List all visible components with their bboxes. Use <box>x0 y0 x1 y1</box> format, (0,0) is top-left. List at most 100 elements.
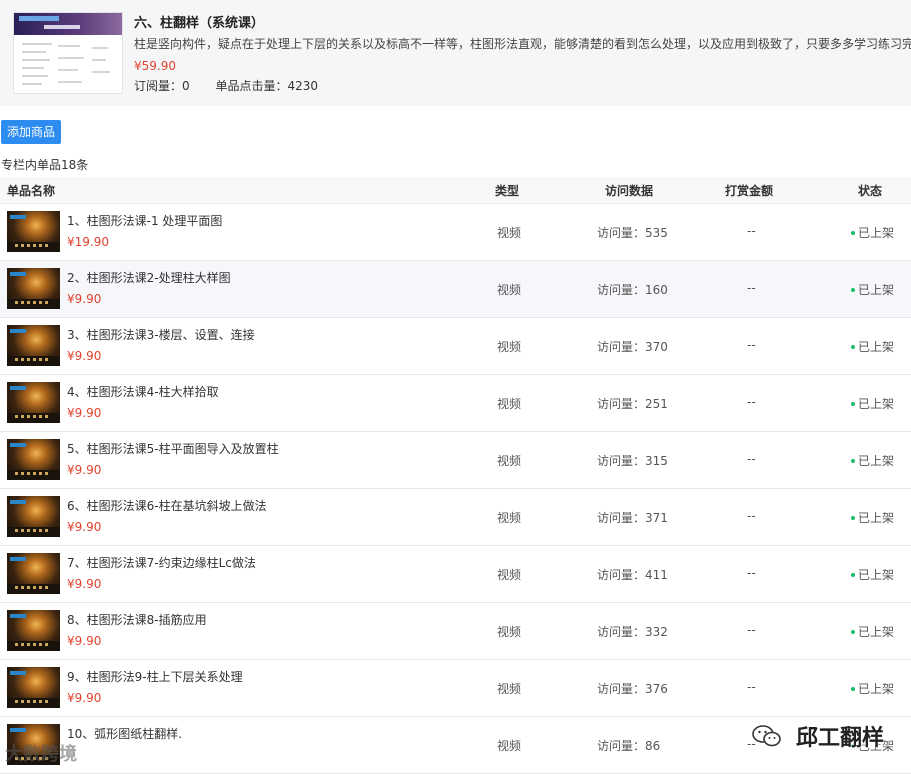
status-dot-icon <box>851 572 855 577</box>
item-name[interactable]: 3、柱图形法课3-楼层、设置、连接 <box>67 326 255 343</box>
item-visits: 访问量：370 <box>597 340 668 354</box>
table-row[interactable]: 6、柱图形法课6-柱在基坑斜坡上做法 ¥9.90 视频 访问量：371 -- 已上架 <box>0 489 911 546</box>
wechat-icon <box>752 725 781 747</box>
item-price: ¥9.90 <box>67 634 102 648</box>
item-name[interactable]: 8、柱图形法课8-插筋应用 <box>67 611 207 628</box>
item-thumbnail[interactable] <box>7 268 60 309</box>
status-dot-icon <box>851 344 855 349</box>
item-type: 视频 <box>497 511 522 525</box>
item-tip-amount: -- <box>747 623 756 637</box>
subscription-count: 订阅量：0 <box>134 79 190 93</box>
status-label: 已上架 <box>858 568 895 582</box>
item-visits: 访问量：251 <box>597 397 668 411</box>
item-thumbnail[interactable] <box>7 553 60 594</box>
table-row[interactable]: 9、柱图形法9-柱上下层关系处理 ¥9.90 视频 访问量：376 -- 已上架 <box>0 660 911 717</box>
column-header: 六、柱翻样（系统课） 柱是竖向构件，疑点在于处理上下层的关系以及标高不一样等，柱… <box>0 0 911 106</box>
item-status: 已上架 <box>851 680 894 697</box>
table-row[interactable]: 1、柱图形法课-1 处理平面图 ¥19.90 视频 访问量：535 -- 已上架 <box>0 204 911 261</box>
item-name[interactable]: 4、柱图形法课4-柱大样拾取 <box>67 383 219 400</box>
item-price: ¥9.90 <box>67 691 102 705</box>
item-name[interactable]: 2、柱图形法课2-处理柱大样图 <box>67 269 231 286</box>
column-stats: 订阅量：0 单品点击量：4230 <box>134 77 340 94</box>
item-status: 已上架 <box>851 338 894 355</box>
item-type: 视频 <box>497 739 522 753</box>
item-thumbnail[interactable] <box>7 382 60 423</box>
status-dot-icon <box>851 401 855 406</box>
header-status: 状态 <box>858 184 883 198</box>
status-dot-icon <box>851 686 855 691</box>
header-visits: 访问数据 <box>605 184 654 198</box>
item-visits: 访问量：535 <box>597 226 668 240</box>
item-type: 视频 <box>497 340 522 354</box>
item-thumbnail[interactable] <box>7 496 60 537</box>
item-visits: 访问量：411 <box>597 568 668 582</box>
table-row[interactable]: 4、柱图形法课4-柱大样拾取 ¥9.90 视频 访问量：251 -- 已上架 <box>0 375 911 432</box>
status-label: 已上架 <box>858 397 895 411</box>
item-price: ¥9.90 <box>67 577 102 591</box>
item-name[interactable]: 9、柱图形法9-柱上下层关系处理 <box>67 668 243 685</box>
item-thumbnail[interactable] <box>7 325 60 366</box>
item-type: 视频 <box>497 682 522 696</box>
item-tip-amount: -- <box>747 509 756 523</box>
item-price: ¥9.90 <box>67 520 102 534</box>
item-visits: 访问量：332 <box>597 625 668 639</box>
item-name[interactable]: 5、柱图形法课5-柱平面图导入及放置柱 <box>67 440 279 457</box>
item-visits: 访问量：160 <box>597 283 668 297</box>
table-header: 单品名称 类型 访问数据 打赏金额 状态 <box>0 177 911 204</box>
item-thumbnail[interactable] <box>7 211 60 252</box>
status-label: 已上架 <box>858 340 895 354</box>
item-thumbnail[interactable] <box>7 439 60 480</box>
item-name[interactable]: 7、柱图形法课7-约束边缘柱Lc做法 <box>67 554 256 571</box>
table-row[interactable]: 2、柱图形法课2-处理柱大样图 ¥9.90 视频 访问量：160 -- 已上架 <box>0 261 911 318</box>
item-type: 视频 <box>497 625 522 639</box>
status-label: 已上架 <box>858 226 895 240</box>
table-row[interactable]: 7、柱图形法课7-约束边缘柱Lc做法 ¥9.90 视频 访问量：411 -- 已上架 <box>0 546 911 603</box>
table-row[interactable]: 8、柱图形法课8-插筋应用 ¥9.90 视频 访问量：332 -- 已上架 <box>0 603 911 660</box>
item-status: 已上架 <box>851 224 894 241</box>
item-status: 已上架 <box>851 395 894 412</box>
column-cover-image[interactable] <box>13 12 123 94</box>
item-visits: 访问量：86 <box>597 739 661 753</box>
item-price: ¥19.90 <box>67 235 109 249</box>
item-price: ¥9.90 <box>67 463 102 477</box>
item-tip-amount: -- <box>747 395 756 409</box>
item-visits: 访问量：376 <box>597 682 668 696</box>
item-click-count: 单品点击量：4230 <box>215 79 319 93</box>
item-price: ¥9.90 <box>67 349 102 363</box>
status-dot-icon <box>851 287 855 292</box>
item-type: 视频 <box>497 397 522 411</box>
header-type: 类型 <box>495 184 520 198</box>
item-type: 视频 <box>497 568 522 582</box>
item-price: ¥9.90 <box>67 292 102 306</box>
item-tip-amount: -- <box>747 452 756 466</box>
table-row[interactable]: 5、柱图形法课5-柱平面图导入及放置柱 ¥9.90 视频 访问量：315 -- 已上架 <box>0 432 911 489</box>
item-name[interactable]: 1、柱图形法课-1 处理平面图 <box>67 212 222 229</box>
item-tip-amount: -- <box>747 566 756 580</box>
item-tip-amount: -- <box>747 281 756 295</box>
status-label: 已上架 <box>858 625 895 639</box>
table-row[interactable]: 3、柱图形法课3-楼层、设置、连接 ¥9.90 视频 访问量：370 -- 已上架 <box>0 318 911 375</box>
item-thumbnail[interactable] <box>7 667 60 708</box>
watermark-left: 大数跨境 <box>5 744 77 765</box>
column-price: ¥59.90 <box>134 59 176 73</box>
status-label: 已上架 <box>858 511 895 525</box>
status-label: 已上架 <box>858 682 895 696</box>
item-type: 视频 <box>497 226 522 240</box>
item-name[interactable]: 10、弧形图纸柱翻样. <box>67 725 182 742</box>
item-visits: 访问量：315 <box>597 454 668 468</box>
item-thumbnail[interactable] <box>7 610 60 651</box>
item-count-label: 专栏内单品18条 <box>1 158 89 172</box>
column-title: 六、柱翻样（系统课） <box>134 16 265 31</box>
status-dot-icon <box>851 230 855 235</box>
item-status: 已上架 <box>851 566 894 583</box>
item-visits: 访问量：371 <box>597 511 668 525</box>
add-item-button[interactable]: 添加商品 <box>1 120 62 144</box>
item-price: ¥9.90 <box>67 406 102 420</box>
status-label: 已上架 <box>858 454 895 468</box>
item-status: 已上架 <box>851 281 894 298</box>
status-label: 已上架 <box>858 283 895 297</box>
item-name[interactable]: 6、柱图形法课6-柱在基坑斜坡上做法 <box>67 497 267 514</box>
item-tip-amount: -- <box>747 224 756 238</box>
item-status: 已上架 <box>851 623 894 640</box>
status-dot-icon <box>851 458 855 463</box>
